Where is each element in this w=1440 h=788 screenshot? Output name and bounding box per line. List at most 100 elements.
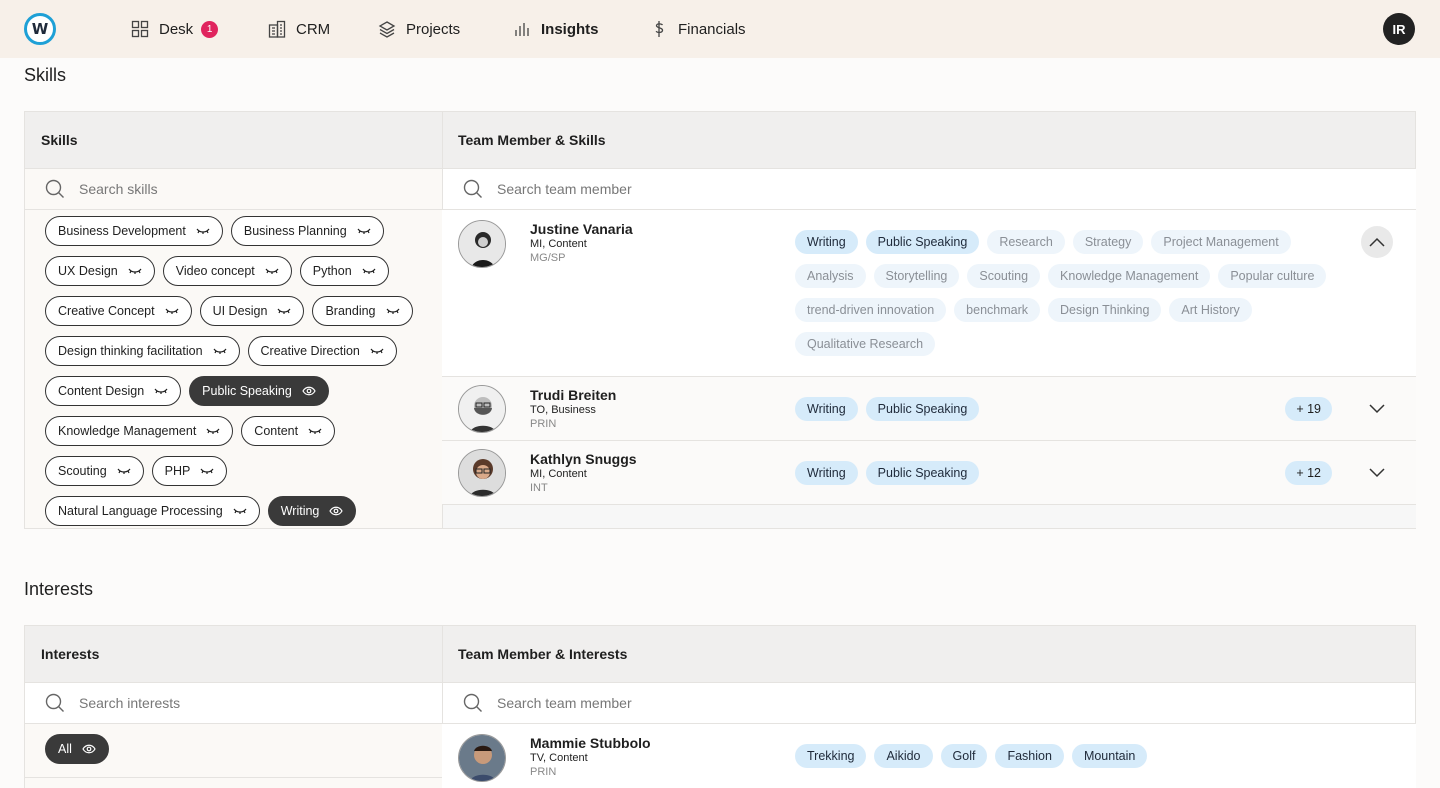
- skill-chip-label: Business Planning: [243, 224, 347, 238]
- member-role: MI, Content: [530, 468, 587, 480]
- dollar-icon: [655, 21, 664, 37]
- skill-chip-writing[interactable]: Writing: [267, 496, 357, 526]
- skill-tag: Public Speaking: [865, 230, 980, 254]
- skill-chip-label: Scouting: [58, 464, 107, 478]
- skill-chip-label: Knowledge Management: [58, 424, 197, 438]
- chevron-up-icon: [1369, 237, 1385, 247]
- skill-chip-label: Design thinking facilitation: [58, 344, 203, 358]
- nav-crm[interactable]: CRM: [268, 18, 330, 40]
- skill-chip-creative-concept[interactable]: Creative Concept: [45, 296, 192, 326]
- member-name[interactable]: Kathlyn Snuggs: [530, 451, 637, 467]
- skills-panel: Skills Team Member & Skills Business Dev…: [24, 111, 1416, 529]
- skill-chip-business-development[interactable]: Business Development: [45, 216, 223, 246]
- skills-search-row: [25, 169, 442, 210]
- expand-button[interactable]: [1361, 393, 1393, 425]
- layers-icon: [378, 21, 396, 38]
- skill-chip-branding[interactable]: Branding: [312, 296, 413, 326]
- expand-button[interactable]: [1361, 457, 1393, 489]
- chevron-down-icon: [1369, 468, 1385, 478]
- skill-tag: Public Speaking: [865, 397, 980, 421]
- skill-chip-design-thinking-facilitation[interactable]: Design thinking facilitation: [45, 336, 240, 366]
- member-row-trudi[interactable]: Trudi Breiten TO, Business PRIN Writing P…: [442, 377, 1416, 441]
- skill-chip-php[interactable]: PHP: [151, 456, 228, 486]
- skill-chip-knowledge-management[interactable]: Knowledge Management: [45, 416, 234, 446]
- eye-closed-icon: [154, 388, 168, 394]
- team-member-search-input[interactable]: [497, 181, 797, 197]
- interests-search-input[interactable]: [79, 695, 379, 711]
- nav-insights[interactable]: Insights: [513, 18, 599, 40]
- skill-chip-ui-design[interactable]: UI Design: [199, 296, 305, 326]
- skill-chip-label: UI Design: [212, 304, 268, 318]
- member-role: TO, Business: [530, 404, 596, 416]
- eye-icon: [82, 744, 96, 754]
- eye-closed-icon: [277, 308, 291, 314]
- skill-chip-video-concept[interactable]: Video concept: [162, 256, 292, 286]
- skill-tag: Writing: [795, 230, 858, 254]
- member-photo: [458, 385, 506, 433]
- skills-column-header: Skills: [41, 132, 78, 148]
- nav-desk[interactable]: Desk 1: [131, 18, 219, 40]
- interests-search-row: [25, 683, 442, 724]
- eye-closed-icon: [370, 348, 384, 354]
- nav-projects[interactable]: Projects: [378, 18, 460, 40]
- nav-financials[interactable]: Financials: [650, 18, 746, 40]
- interests-team-member-search-input[interactable]: [497, 695, 797, 711]
- interest-tag: Golf: [940, 744, 988, 768]
- search-icon: [463, 693, 482, 712]
- skill-tag-secondary: Research: [987, 230, 1065, 254]
- interests-panel-header: Interests Team Member & Interests: [25, 626, 1415, 683]
- skill-chip-label: Natural Language Processing: [58, 504, 223, 518]
- skill-chip-python[interactable]: Python: [299, 256, 389, 286]
- grid-icon: [131, 20, 149, 38]
- member-code: PRIN: [530, 418, 557, 430]
- member-interest-tags: Trekking Aikido Golf Fashion Mountain: [795, 744, 1355, 768]
- eye-closed-icon: [128, 268, 142, 274]
- list-footer: [443, 505, 1416, 528]
- eye-closed-icon: [308, 428, 322, 434]
- skill-chip-label: Video concept: [175, 264, 255, 278]
- member-photo: [458, 734, 506, 782]
- member-name[interactable]: Mammie Stubbolo: [530, 735, 651, 751]
- skill-chip-ux-design[interactable]: UX Design: [45, 256, 155, 286]
- building-icon: [268, 20, 286, 38]
- skill-chip-natural-language-processing[interactable]: Natural Language Processing: [45, 496, 260, 526]
- eye-closed-icon: [213, 348, 227, 354]
- skill-chip-label: UX Design: [58, 264, 118, 278]
- member-skill-tags: Writing Public Speaking Research Strategy Pr…: [795, 230, 1355, 356]
- skill-chip-scouting[interactable]: Scouting: [45, 456, 144, 486]
- member-name[interactable]: Trudi Breiten: [530, 387, 616, 403]
- logo[interactable]: W: [24, 13, 56, 45]
- more-skills-badge[interactable]: + 12: [1285, 461, 1332, 485]
- skill-tag-secondary: Strategy: [1072, 230, 1144, 254]
- skills-search-input[interactable]: [79, 181, 379, 197]
- skill-tag-secondary: Popular culture: [1218, 264, 1327, 288]
- skill-chip-business-planning[interactable]: Business Planning: [230, 216, 384, 246]
- skill-chip-public-speaking[interactable]: Public Speaking: [189, 376, 329, 406]
- skill-tag-secondary: Art History: [1169, 298, 1252, 322]
- member-row-kathlyn[interactable]: Kathlyn Snuggs MI, Content INT Writing Pu…: [442, 441, 1416, 505]
- team-member-skills-header: Team Member & Skills: [458, 132, 606, 148]
- interest-chip-all[interactable]: All: [45, 734, 109, 764]
- interests-column-header: Interests: [41, 646, 100, 662]
- member-row-justine[interactable]: Justine Vanaria MI, Content MG/SP Writin…: [442, 210, 1416, 377]
- skill-tag-secondary: trend-driven innovation: [795, 298, 947, 322]
- skill-chip-label: Business Development: [58, 224, 186, 238]
- skill-tag: Writing: [795, 461, 858, 485]
- skill-chip-content-design[interactable]: Content Design: [45, 376, 182, 406]
- skill-tag-secondary: Storytelling: [873, 264, 960, 288]
- skill-chip-content[interactable]: Content: [241, 416, 336, 446]
- skill-tag-secondary: Project Management: [1151, 230, 1291, 254]
- member-code: MG/SP: [530, 252, 566, 264]
- skill-chip-label: Python: [312, 264, 352, 278]
- skill-tag-secondary: Analysis: [795, 264, 866, 288]
- skill-tag: Public Speaking: [865, 461, 980, 485]
- user-avatar[interactable]: IR: [1383, 13, 1415, 45]
- member-name[interactable]: Justine Vanaria: [530, 221, 633, 237]
- skill-chip-label: PHP: [164, 464, 191, 478]
- member-skill-tags: Writing Public Speaking: [795, 461, 1355, 485]
- skill-chip-creative-direction[interactable]: Creative Direction: [247, 336, 397, 366]
- search-icon: [45, 179, 64, 198]
- interest-member-row[interactable]: Mammie Stubbolo TV, Content PRIN Trekkin…: [442, 724, 1416, 788]
- more-skills-badge[interactable]: + 19: [1285, 397, 1332, 421]
- collapse-button[interactable]: [1361, 226, 1393, 258]
